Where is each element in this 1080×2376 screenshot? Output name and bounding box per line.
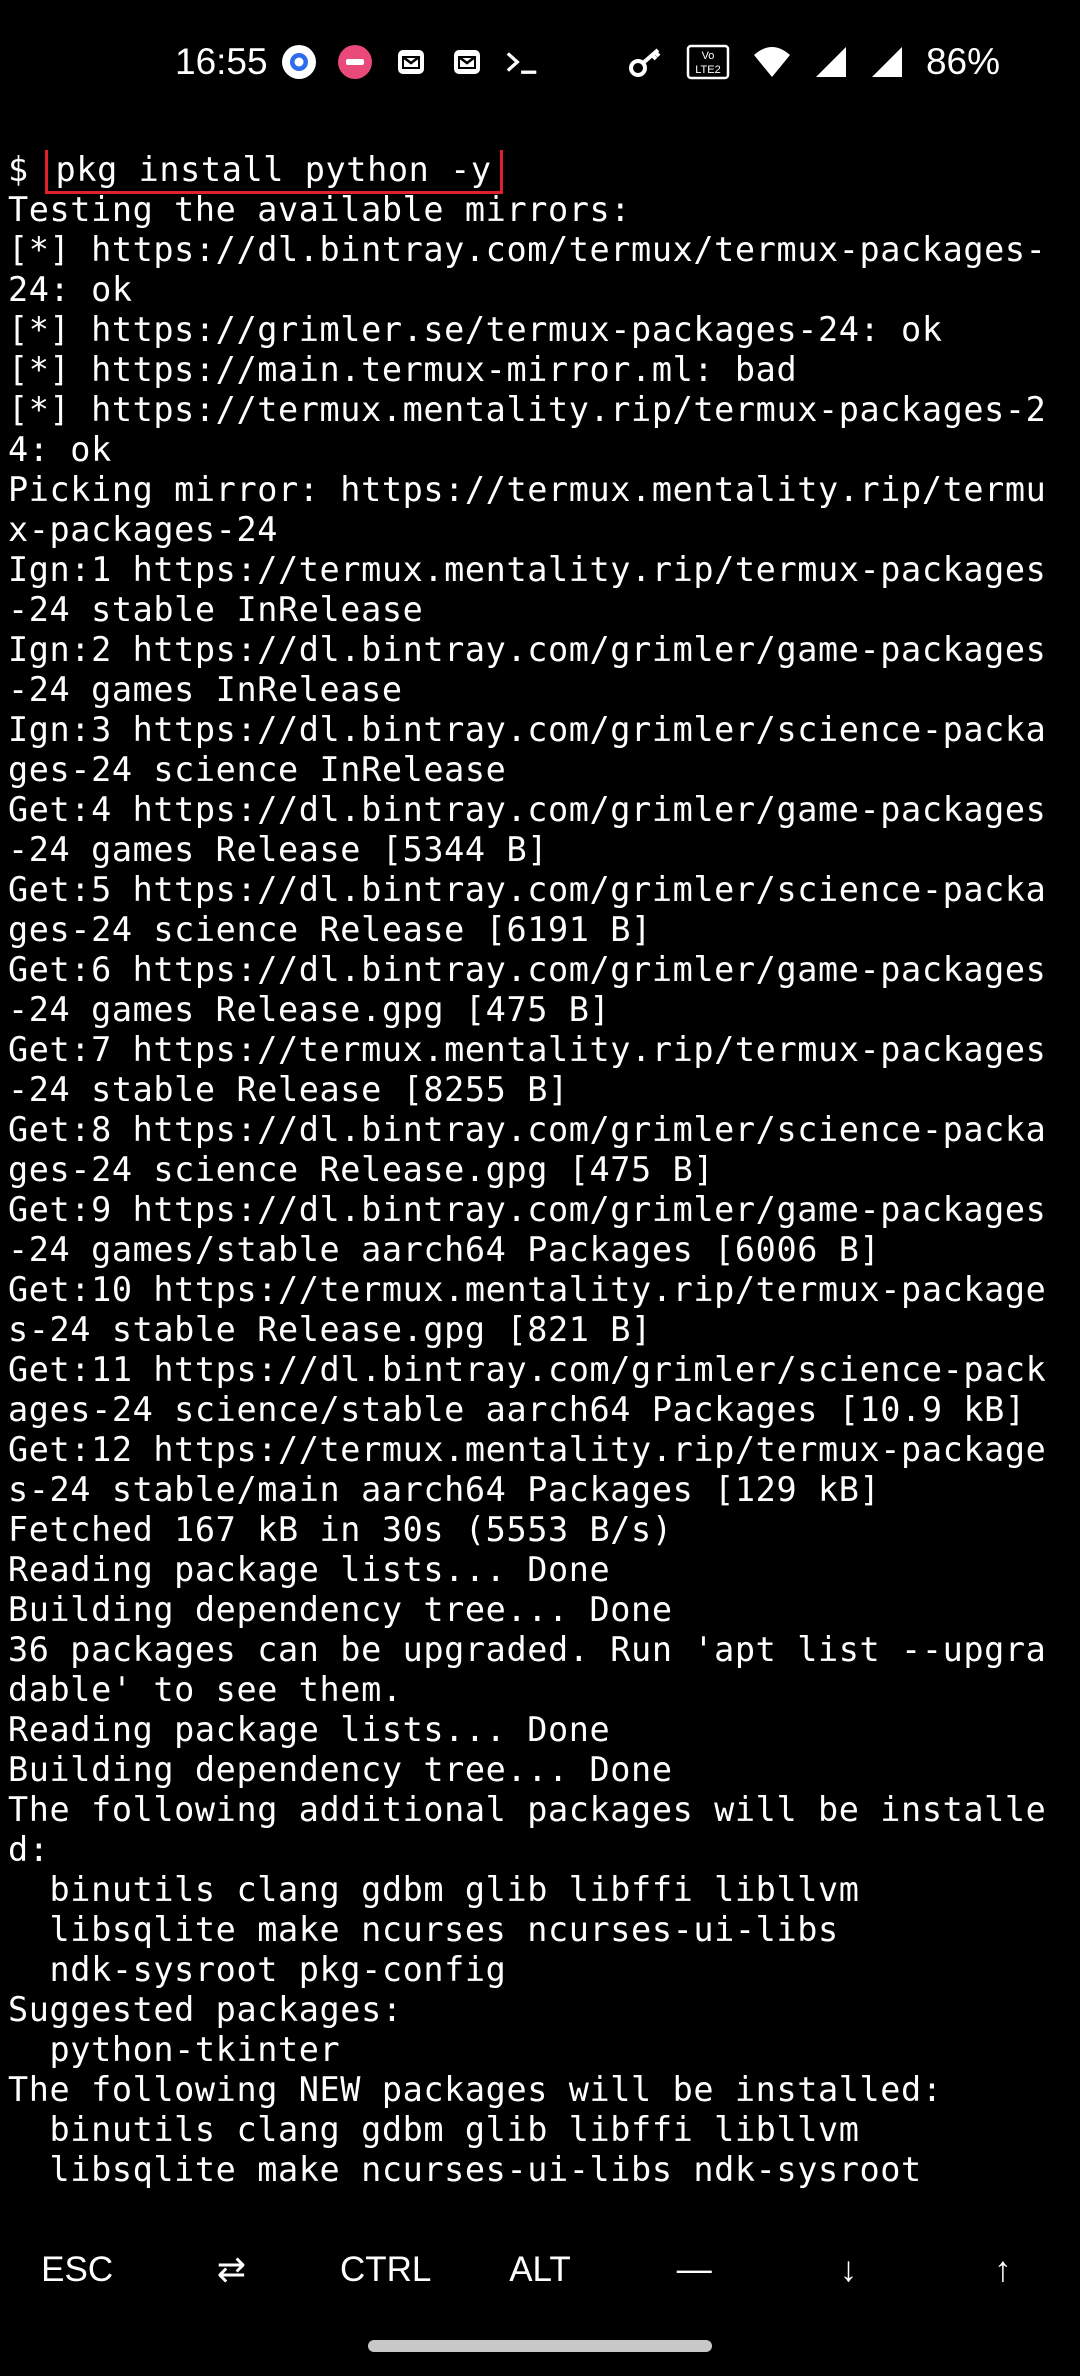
- terminal-line: [*] https://dl.bintray.com/termux/termux…: [8, 230, 1047, 269]
- tab-key[interactable]: ⇄: [154, 2225, 308, 2315]
- terminal-line: Building dependency tree... Done: [8, 1750, 673, 1789]
- terminal-line: Suggested packages:: [8, 1990, 403, 2029]
- vpn-key-icon: [628, 44, 664, 80]
- cell-signal-icon: [814, 45, 848, 79]
- terminal-line: Testing the available mirrors:: [8, 190, 632, 229]
- terminal-line: Get:9 https://dl.bintray.com/grimler/gam…: [8, 1190, 1047, 1229]
- terminal-line: binutils clang gdbm glib libffi libllvm: [8, 1870, 860, 1909]
- signal-app-icon: [280, 43, 318, 81]
- status-time: 16:55: [175, 41, 268, 82]
- gesture-nav-handle[interactable]: [368, 2340, 712, 2352]
- svg-text:Vo: Vo: [702, 50, 715, 62]
- terminal-line: x-packages-24: [8, 510, 278, 549]
- volte-icon: Vo LTE2: [686, 44, 730, 80]
- terminal-line: libsqlite make ncurses ncurses-ui-libs: [8, 1910, 839, 1949]
- ctrl-key[interactable]: CTRL: [309, 2225, 463, 2315]
- terminal-line: -24 stable Release [8255 B]: [8, 1070, 569, 1109]
- terminal-line: libsqlite make ncurses-ui-libs ndk-sysro…: [8, 2150, 922, 2189]
- terminal-line: Ign:2 https://dl.bintray.com/grimler/gam…: [8, 630, 1047, 669]
- terminal-line: Reading package lists... Done: [8, 1550, 611, 1589]
- terminal-line: ges-24 science Release.gpg [475 B]: [8, 1150, 715, 1189]
- status-bar: 16:55 Vo LTE2 86%: [0, 0, 1080, 120]
- terminal-line: ages-24 science/stable aarch64 Packages …: [8, 1390, 1026, 1429]
- up-arrow-key[interactable]: ↑: [926, 2225, 1080, 2315]
- terminal-line: -24 games Release [5344 B]: [8, 830, 548, 869]
- dash-key[interactable]: —: [617, 2225, 771, 2315]
- terminal-line: s-24 stable Release.gpg [821 B]: [8, 1310, 652, 1349]
- terminal-line: python-tkinter: [8, 2030, 341, 2069]
- terminal-line: s-24 stable/main aarch64 Packages [129 k…: [8, 1470, 881, 1509]
- terminal-line: Get:7 https://termux.mentality.rip/termu…: [8, 1030, 1047, 1069]
- terminal-line: Building dependency tree... Done: [8, 1590, 673, 1629]
- terminal-line: -24 games Release.gpg [475 B]: [8, 990, 611, 1029]
- battery-percentage: 86%: [925, 41, 1000, 82]
- terminal-line: [*] https://main.termux-mirror.ml: bad: [8, 350, 798, 389]
- prompt: $: [8, 150, 50, 189]
- terminal-line: Get:6 https://dl.bintray.com/grimler/gam…: [8, 950, 1047, 989]
- terminal-line: Fetched 167 kB in 30s (5553 B/s): [8, 1510, 673, 1549]
- terminal-line: Get:11 https://dl.bintray.com/grimler/sc…: [8, 1350, 1047, 1389]
- terminal-line: -24 stable InRelease: [8, 590, 424, 629]
- terminal-line: Ign:3 https://dl.bintray.com/grimler/sci…: [8, 710, 1047, 749]
- terminal-icon: [504, 43, 542, 81]
- terminal-line: Reading package lists... Done: [8, 1710, 611, 1749]
- terminal-line: Get:4 https://dl.bintray.com/grimler/gam…: [8, 790, 1047, 829]
- terminal-line: Get:8 https://dl.bintray.com/grimler/sci…: [8, 1110, 1047, 1149]
- alt-key[interactable]: ALT: [463, 2225, 617, 2315]
- mail-icon: [448, 43, 486, 81]
- output-lines: Testing the available mirrors: [*] https:…: [8, 190, 1072, 2190]
- terminal-line: d:: [8, 1830, 50, 1869]
- terminal-line: 36 packages can be upgraded. Run 'apt li…: [8, 1630, 1047, 1669]
- terminal-line: [*] https://grimler.se/termux-packages-2…: [8, 310, 943, 349]
- down-arrow-key[interactable]: ↓: [771, 2225, 925, 2315]
- command-line[interactable]: $ pkg install python -y: [8, 150, 1072, 194]
- mail-icon: [392, 43, 430, 81]
- terminal-line: ges-24 science Release [6191 B]: [8, 910, 652, 949]
- highlighted-command: pkg install python -y: [44, 150, 503, 194]
- terminal-line: dable' to see them.: [8, 1670, 403, 1709]
- terminal-line: binutils clang gdbm glib libffi libllvm: [8, 2110, 860, 2149]
- terminal-line: Ign:1 https://termux.mentality.rip/termu…: [8, 550, 1047, 589]
- terminal-line: Get:12 https://termux.mentality.rip/term…: [8, 1430, 1047, 1469]
- terminal-line: Get:5 https://dl.bintray.com/grimler/sci…: [8, 870, 1047, 909]
- terminal-line: -24 games InRelease: [8, 670, 403, 709]
- wifi-icon: [752, 45, 792, 79]
- terminal-line: Picking mirror: https://termux.mentality…: [8, 470, 1047, 509]
- system-icons: Vo LTE2 86%: [628, 40, 1000, 84]
- terminal-line: ges-24 science InRelease: [8, 750, 507, 789]
- terminal-line: 4: ok: [8, 430, 112, 469]
- terminal-output[interactable]: $ pkg install python -y Testing the avai…: [8, 150, 1072, 2190]
- cell-signal-icon: [870, 45, 904, 79]
- notification-icons: [280, 40, 542, 84]
- terminal-line: 24: ok: [8, 270, 133, 309]
- esc-key[interactable]: ESC: [0, 2225, 154, 2315]
- terminal-line: [*] https://termux.mentality.rip/termux-…: [8, 390, 1047, 429]
- terminal-line: -24 games/stable aarch64 Packages [6006 …: [8, 1230, 881, 1269]
- terminal-line: ndk-sysroot pkg-config: [8, 1950, 507, 1989]
- extra-keys-bar: ESC ⇄ CTRL ALT — ↓ ↑: [0, 2225, 1080, 2315]
- terminal-line: The following additional packages will b…: [8, 1790, 1047, 1829]
- terminal-line: Get:10 https://termux.mentality.rip/term…: [8, 1270, 1047, 1309]
- terminal-line: The following NEW packages will be insta…: [8, 2070, 943, 2109]
- pink-app-icon: [336, 43, 374, 81]
- svg-text:LTE2: LTE2: [695, 64, 720, 76]
